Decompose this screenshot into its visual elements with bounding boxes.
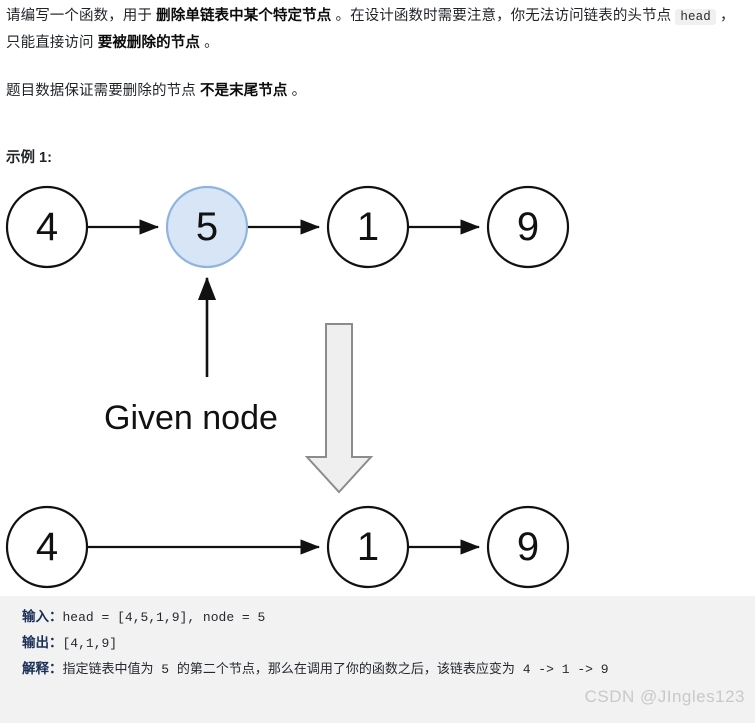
statement-paragraph-2: 题目数据保证需要删除的节点 不是末尾节点 。 — [6, 78, 744, 104]
block-arrow-shape — [304, 323, 374, 494]
node-after-0: 4 — [5, 505, 89, 589]
node-value: 9 — [517, 205, 539, 249]
statement-text-segment: 请编写一个函数，用于 — [6, 8, 157, 24]
before-list-row: 4 5 1 9 — [5, 185, 570, 269]
node-value: 4 — [36, 525, 58, 569]
statement-text-segment: 。 — [287, 83, 307, 99]
node-before-2: 1 — [326, 185, 410, 269]
statement-bold-not-tail: 不是末尾节点 — [199, 83, 288, 99]
node-before-0: 4 — [5, 185, 89, 269]
transform-block-arrow — [304, 323, 374, 494]
node-before-3: 9 — [486, 185, 570, 269]
example-output-line: 输出：[4,1,9] — [22, 630, 735, 656]
example-input-line: 输入：head = [4,5,1,9], node = 5 — [22, 604, 735, 630]
statement-paragraph-1: 请编写一个函数，用于 删除单链表中某个特定节点 。在设计函数时需要注意，你无法访… — [6, 0, 744, 56]
node-value: 4 — [36, 205, 58, 249]
statement-text-segment: 。在设计函数时需要注意，你无法访问链表的头节点 — [331, 8, 676, 24]
example-explain-line: 解释：指定链表中值为 5 的第二个节点，那么在调用了你的函数之后，该链表应变为 … — [22, 656, 735, 682]
node-after-1: 1 — [326, 505, 410, 589]
example-explain-key: 解释： — [22, 661, 63, 676]
node-value: 9 — [517, 525, 539, 569]
after-list-row: 4 1 9 — [5, 505, 570, 589]
node-value: 1 — [357, 525, 379, 569]
example-code-block: 输入：head = [4,5,1,9], node = 5 输出：[4,1,9]… — [0, 596, 755, 723]
given-node-label: Given node — [104, 399, 278, 437]
node-after-2: 9 — [486, 505, 570, 589]
example-label: 示例 1: — [6, 150, 52, 166]
given-node-annotation: Given node — [104, 276, 278, 437]
example-output-value: [4,1,9] — [62, 636, 118, 651]
example-output-key: 输出： — [22, 635, 63, 650]
node-before-1-highlighted: 5 — [165, 185, 249, 269]
linked-list-diagram: 4 5 1 9 Given node 4 1 9 — [0, 172, 600, 592]
statement-text-segment: 题目数据保证需要删除的节点 — [6, 83, 200, 99]
statement-text-segment: 。 — [199, 35, 219, 51]
node-value: 1 — [357, 205, 379, 249]
problem-statement: 请编写一个函数，用于 删除单链表中某个特定节点 。在设计函数时需要注意，你无法访… — [6, 0, 744, 104]
example-explain-value: 指定链表中值为 5 的第二个节点，那么在调用了你的函数之后，该链表应变为 4 -… — [62, 662, 609, 677]
statement-bold-target-node: 要被删除的节点 — [97, 35, 200, 51]
statement-bold-delete-node: 删除单链表中某个特定节点 — [156, 8, 332, 24]
csdn-watermark: CSDN @JIngles123 — [584, 687, 745, 706]
node-value: 5 — [196, 205, 218, 249]
example-input-key: 输入： — [22, 609, 63, 624]
inline-code-head: head — [675, 9, 716, 25]
example-input-value: head = [4,5,1,9], node = 5 — [62, 610, 266, 625]
